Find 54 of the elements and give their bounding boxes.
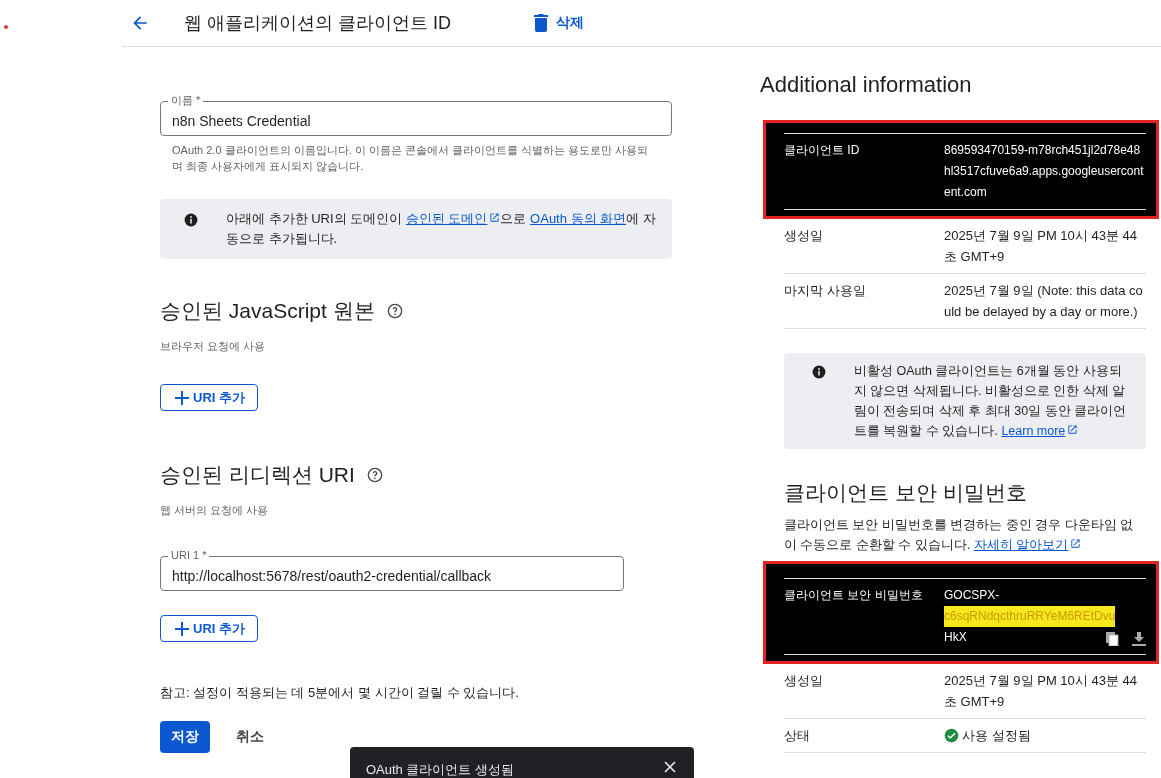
secret-text: HkX (944, 629, 967, 646)
learn-more-link[interactable]: Learn more (1001, 424, 1079, 438)
plus-icon (175, 621, 189, 636)
page-title: 웹 애플리케이션의 클라이언트 ID (184, 12, 452, 35)
section-title: Additional information (760, 72, 973, 98)
help-icon[interactable] (386, 303, 403, 319)
field-label: 이름 * (168, 94, 204, 106)
secret-text: GOCSPX- (944, 587, 1000, 604)
save-button[interactable]: 저장 (160, 721, 210, 753)
notice-text: 아래에 추가한 URI의 도메인이 승인된 도메인 으로 OAuth 동의 화면에 자동으로 추가됩니다. (226, 210, 656, 248)
learn-more-link[interactable]: 자세히 알아보기 (973, 538, 1082, 552)
notice-text: 비활성 OAuth 클라이언트는 6개월 동안 사용되지 않으면 삭제됩니다. 비활성으로 인한 삭제 알림이 전송되며 삭제 후 최대 30일 동안 클라이언트를 복원할 수 있습니다. Learn more (854, 363, 1128, 440)
info-icon (812, 365, 826, 379)
inline-link[interactable]: OAuth 동의 화면 (530, 211, 627, 226)
download-icon[interactable] (1132, 632, 1146, 646)
delete-button[interactable]: 삭제 (534, 14, 584, 32)
note-text: 참고: 설정이 적용되는 데 5분에서 몇 시간이 걸릴 수 있습니다. (160, 684, 520, 702)
copy-icon[interactable] (1106, 632, 1120, 646)
info-icon (184, 213, 198, 227)
row-value: 2025년 7월 9일 (Note: this data could be delayed by a day or more.) (944, 282, 1144, 321)
plus-icon (175, 390, 189, 405)
field-label: URI 1 * (168, 549, 210, 561)
close-icon (664, 761, 676, 773)
secret-text: c6sqRNdqcthruRRYeM6REtDvu (944, 606, 1116, 627)
row-label: 상태 (784, 727, 811, 745)
section-description: 클라이언트 보안 비밀번호를 변경하는 중인 경우 다운타임 없이 수동으로 순환할 수 있습니다. 자세히 알아보기 (784, 517, 1135, 554)
row-label: 생성일 (784, 672, 824, 690)
dot-mark (4, 25, 8, 29)
row-value: 2025년 7월 9일 PM 10시 43분 44초 GMT+9 (944, 227, 1138, 266)
section-title: 승인된 리디렉션 URI (160, 462, 355, 488)
row-label: 마지막 사용일 (784, 282, 867, 300)
row-label: 클라이언트 ID (784, 142, 861, 159)
add-uri-button[interactable]: URI 추가 (160, 615, 258, 642)
external-link-icon (1067, 424, 1079, 435)
trash-icon (534, 14, 548, 32)
section-title: 클라이언트 보안 비밀번호 (784, 480, 1028, 506)
helper-text: OAuth 2.0 클라이언트의 이름입니다. 이 이름은 콘솔에서 클라이언트를 식별하는 용도로만 사용되며 최종 사용자에게 표시되지 않습니다. (172, 143, 650, 174)
row-value: 869593470159-m78rch451jl2d78e48hl3517cfuve6a9.apps.googleusercontent.com (944, 142, 1145, 201)
inline-link[interactable]: 승인된 도메인 (405, 211, 501, 226)
external-link-icon (1070, 538, 1082, 549)
toast-text: OAuth 클라이언트 생성됨 (366, 761, 515, 778)
row-label: 클라이언트 보안 비밀번호 (784, 587, 924, 604)
cancel-button[interactable]: 취소 (230, 727, 270, 747)
help-icon[interactable] (366, 467, 383, 483)
status-text: 사용 설정됨 (962, 727, 1031, 745)
row-label: 생성일 (784, 227, 824, 245)
section-subtitle: 웹 서버의 요청에 사용 (160, 503, 270, 518)
external-link-icon (489, 212, 501, 223)
section-title: 승인된 JavaScript 원본 (160, 298, 375, 324)
add-uri-button[interactable]: URI 추가 (160, 384, 258, 411)
section-subtitle: 브라우저 요청에 사용 (160, 339, 267, 354)
check-circle-icon (944, 728, 959, 743)
row-value: 2025년 7월 9일 PM 10시 43분 44초 GMT+9 (944, 672, 1138, 711)
close-button[interactable] (664, 761, 676, 773)
